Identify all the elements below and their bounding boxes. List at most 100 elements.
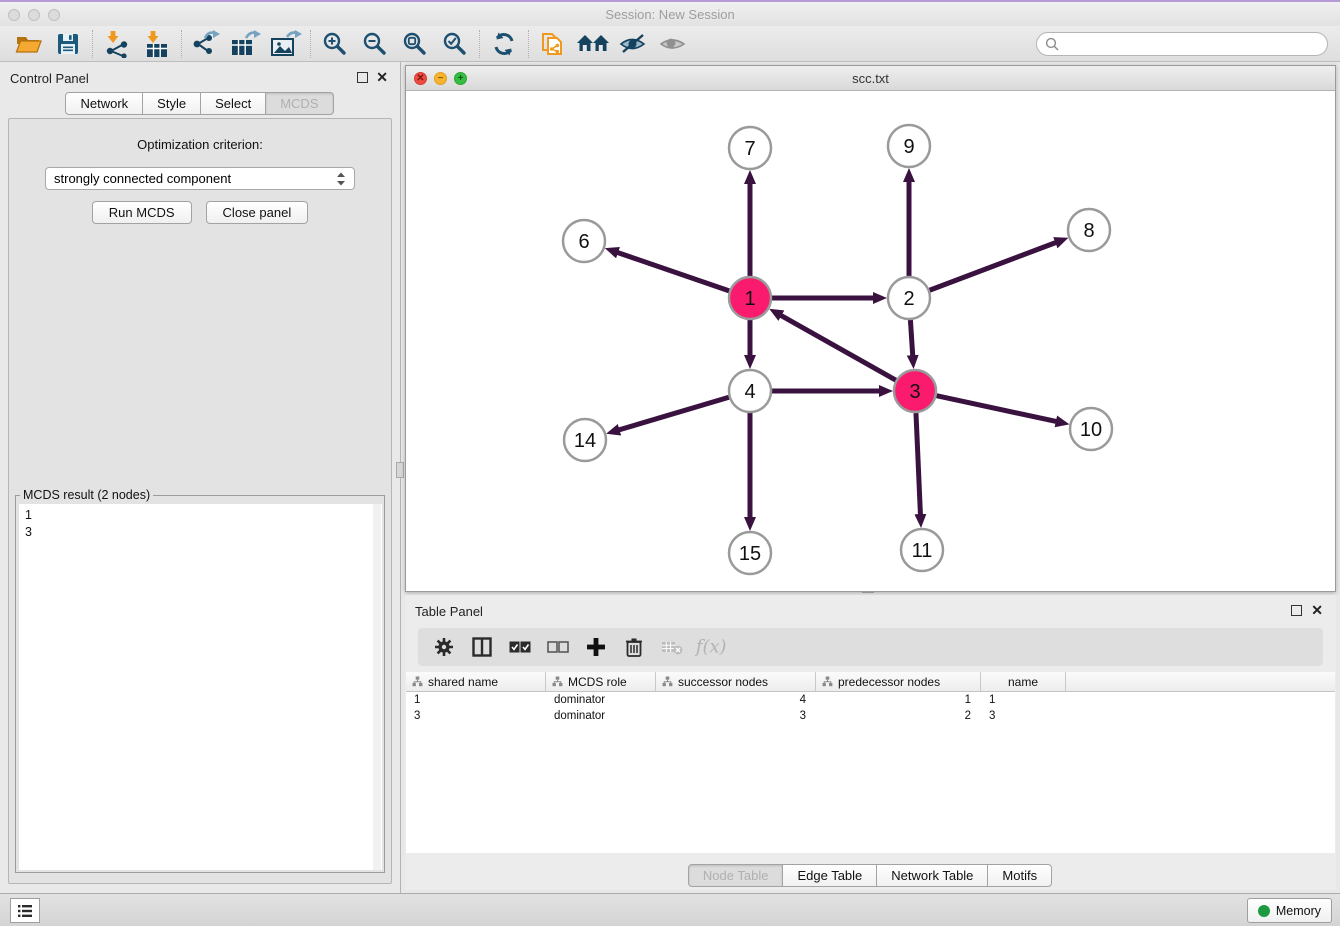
- deselect-all-button[interactable]: [542, 631, 574, 663]
- table-cell[interactable]: 1: [816, 694, 981, 706]
- edge-2-8[interactable]: [930, 242, 1057, 290]
- control-panel: Control Panel ✕ NetworkStyleSelectMCDS O…: [0, 62, 401, 893]
- import-network-button[interactable]: [97, 28, 137, 60]
- float-table-panel-icon[interactable]: [1291, 605, 1302, 616]
- delete-column-button[interactable]: [656, 631, 688, 663]
- graph-node-6[interactable]: 6: [563, 220, 605, 262]
- shared-column-icon: [822, 676, 833, 687]
- export-network-button[interactable]: [186, 28, 226, 60]
- zoom-in-button[interactable]: [315, 28, 355, 60]
- edge-1-6[interactable]: [617, 252, 729, 290]
- column-header-successor-nodes[interactable]: successor nodes: [656, 672, 816, 691]
- delete-column-icon: [661, 639, 683, 655]
- shared-column-icon: [552, 676, 563, 687]
- run-mcds-button[interactable]: Run MCDS: [92, 201, 192, 224]
- graph-node-14[interactable]: 14: [564, 419, 606, 461]
- import-table-button[interactable]: [137, 28, 177, 60]
- clone-network-button[interactable]: [533, 28, 573, 60]
- search-input[interactable]: [1059, 34, 1327, 54]
- graph-node-10[interactable]: 10: [1070, 408, 1112, 450]
- tab-edge-table[interactable]: Edge Table: [782, 864, 877, 887]
- tab-network[interactable]: Network: [65, 92, 143, 115]
- table-cell[interactable]: 2: [816, 710, 981, 722]
- edge-3-10[interactable]: [937, 396, 1057, 422]
- close-panel-button[interactable]: Close panel: [206, 201, 309, 224]
- save-session-button[interactable]: [48, 28, 88, 60]
- edge-3-11[interactable]: [916, 413, 920, 515]
- add-column-button[interactable]: [580, 631, 612, 663]
- tab-mcds[interactable]: MCDS: [265, 92, 333, 115]
- refresh-view-button[interactable]: [484, 28, 524, 60]
- zoom-out-button[interactable]: [355, 28, 395, 60]
- network-window-titlebar[interactable]: ✕ − + scc.txt: [406, 66, 1335, 91]
- edge-2-3[interactable]: [910, 320, 912, 356]
- list-icon: [17, 904, 33, 918]
- table-row[interactable]: 3dominator323: [406, 708, 1335, 724]
- column-header-name[interactable]: name: [981, 672, 1066, 691]
- memory-button[interactable]: Memory: [1247, 898, 1332, 923]
- tab-select[interactable]: Select: [200, 92, 266, 115]
- graph-node-2[interactable]: 2: [888, 277, 930, 319]
- table-cell[interactable]: 1: [406, 694, 546, 706]
- export-image-button[interactable]: [266, 28, 306, 60]
- table-settings-button[interactable]: [428, 631, 460, 663]
- graph-node-9[interactable]: 9: [888, 125, 930, 167]
- graph-node-1[interactable]: 1: [729, 277, 771, 319]
- edge-4-14[interactable]: [619, 397, 729, 430]
- zoom-fit-button[interactable]: [395, 28, 435, 60]
- select-all-button[interactable]: [504, 631, 536, 663]
- open-session-button[interactable]: [8, 28, 48, 60]
- table-cell[interactable]: 4: [656, 694, 816, 706]
- zoom-selected-button[interactable]: [435, 28, 475, 60]
- criterion-select[interactable]: strongly connected component: [45, 167, 355, 190]
- export-table-button[interactable]: [226, 28, 266, 60]
- column-header-shared-name[interactable]: shared name: [406, 672, 546, 691]
- table-toolbar: f(x): [418, 628, 1323, 666]
- table-panel-title: Table Panel: [415, 604, 483, 619]
- graph-node-8[interactable]: 8: [1068, 209, 1110, 251]
- graph-node-3[interactable]: 3: [894, 370, 936, 412]
- graph-node-4[interactable]: 4: [729, 370, 771, 412]
- search-box[interactable]: [1036, 32, 1328, 56]
- column-layout-button[interactable]: [466, 631, 498, 663]
- tab-motifs[interactable]: Motifs: [987, 864, 1052, 887]
- control-panel-title: Control Panel: [10, 71, 89, 86]
- task-history-button[interactable]: [10, 898, 40, 923]
- network-canvas[interactable]: 7 9 6 8 1 2 4 3 14 10 15 11: [406, 91, 1335, 591]
- table-cell[interactable]: dominator: [546, 694, 656, 706]
- float-panel-icon[interactable]: [357, 72, 368, 83]
- close-panel-icon[interactable]: ✕: [376, 69, 388, 86]
- graph-node-15[interactable]: 15: [729, 532, 771, 574]
- table-cell[interactable]: 3: [656, 710, 816, 722]
- tab-style[interactable]: Style: [142, 92, 201, 115]
- graph-node-11[interactable]: 11: [901, 529, 943, 571]
- main-toolbar: [0, 26, 1340, 62]
- column-header-mcds-role[interactable]: MCDS role: [546, 672, 656, 691]
- table-cell[interactable]: 1: [981, 694, 1066, 706]
- home-button[interactable]: [573, 28, 613, 60]
- column-header-predecessor-nodes[interactable]: predecessor nodes: [816, 672, 981, 691]
- mcds-result-list[interactable]: 1 3: [19, 504, 382, 870]
- tab-network-table[interactable]: Network Table: [876, 864, 988, 887]
- table-cell[interactable]: 3: [406, 710, 546, 722]
- export-image-icon: [270, 30, 302, 58]
- table-tabs: Node TableEdge TableNetwork TableMotifs: [405, 864, 1336, 887]
- delete-row-button[interactable]: [618, 631, 650, 663]
- result-scrollbar[interactable]: [373, 504, 381, 870]
- hide-selected-button[interactable]: [613, 28, 653, 60]
- deselect-all-icon: [547, 641, 569, 653]
- edge-3-1[interactable]: [780, 315, 895, 380]
- tab-node-table[interactable]: Node Table: [688, 864, 784, 887]
- eye-icon: [658, 32, 688, 56]
- table-header-row: shared nameMCDS rolesuccessor nodesprede…: [406, 672, 1335, 692]
- control-panel-tabs: NetworkStyleSelectMCDS: [0, 92, 400, 115]
- table-cell[interactable]: 3: [981, 710, 1066, 722]
- function-builder-button[interactable]: f(x): [694, 631, 726, 663]
- vertical-splitter-handle[interactable]: [396, 462, 404, 478]
- close-table-panel-icon[interactable]: ✕: [1311, 602, 1323, 619]
- graph-node-7[interactable]: 7: [729, 127, 771, 169]
- table-cell[interactable]: dominator: [546, 710, 656, 722]
- table-row[interactable]: 1dominator411: [406, 692, 1335, 708]
- import-table-icon: [143, 30, 171, 58]
- show-all-button[interactable]: [653, 28, 693, 60]
